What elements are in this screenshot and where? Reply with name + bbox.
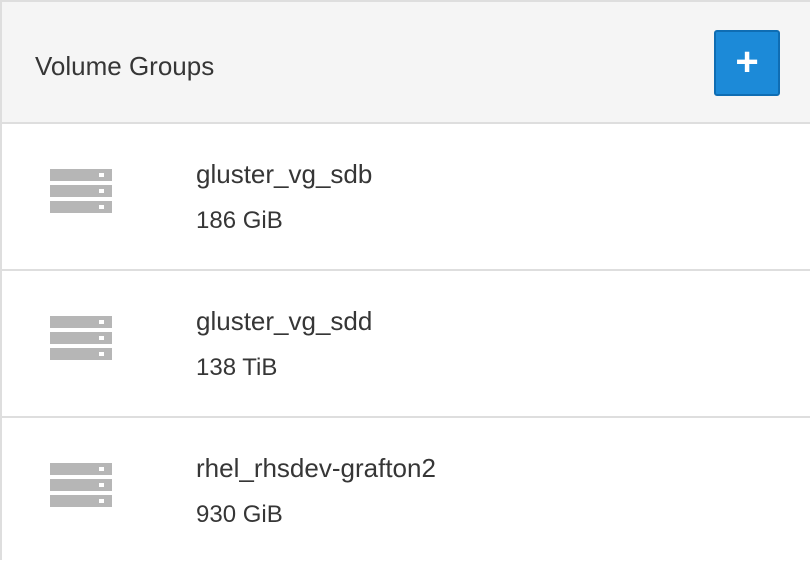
plus-icon: +	[735, 40, 759, 84]
volume-group-name: rhel_rhsdev-grafton2	[196, 453, 436, 483]
volume-groups-panel: Volume Groups + gluster_vg_sdb 186 GiB g…	[0, 0, 810, 560]
panel-heading: Volume Groups +	[2, 2, 810, 124]
volume-group-icon	[50, 463, 112, 507]
volume-group-item-gluster-vg-sdd[interactable]: gluster_vg_sdd 138 TiB	[2, 271, 810, 418]
volume-group-size: 186 GiB	[196, 207, 283, 234]
volume-group-item-gluster-vg-sdb[interactable]: gluster_vg_sdb 186 GiB	[2, 124, 810, 271]
volume-group-size: 138 TiB	[196, 354, 278, 381]
panel-title: Volume Groups	[35, 51, 215, 81]
add-volume-group-button[interactable]: +	[714, 30, 780, 96]
volume-group-size: 930 GiB	[196, 501, 283, 528]
volume-group-name: gluster_vg_sdb	[196, 159, 373, 189]
volume-group-item-rhel-rhsdev-grafton2[interactable]: rhel_rhsdev-grafton2 930 GiB	[2, 418, 810, 565]
volume-group-icon	[50, 316, 112, 360]
volume-group-list: gluster_vg_sdb 186 GiB gluster_vg_sdd 13…	[2, 124, 810, 565]
volume-group-name: gluster_vg_sdd	[196, 306, 373, 336]
volume-group-icon	[50, 169, 112, 213]
